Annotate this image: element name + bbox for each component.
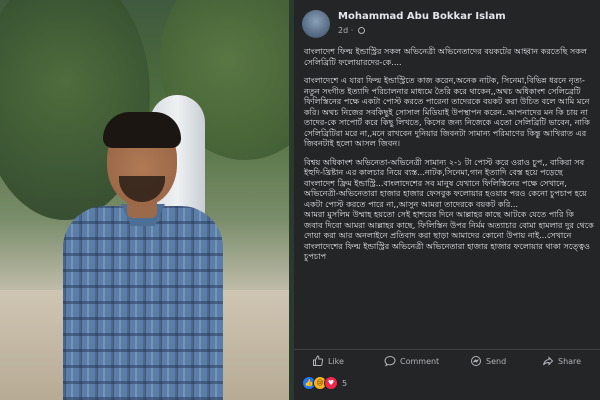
author-name[interactable]: Mohammad Abu Bokkar Islam [338, 11, 506, 22]
meta-separator: · [350, 26, 354, 35]
like-button[interactable]: Like [312, 355, 344, 367]
comment-button[interactable]: Comment [384, 355, 439, 367]
like-label: Like [328, 356, 344, 366]
send-button[interactable]: Send [470, 355, 506, 367]
checked-shirt [63, 206, 223, 400]
post-time[interactable]: 2d [338, 26, 348, 35]
action-bar: Like Comment Send Share [294, 349, 600, 372]
thumbs-up-icon [313, 355, 324, 366]
comment-label: Comment [400, 356, 440, 366]
post-text: বাংলাদেশ ফিল্ম ইন্ডাস্ট্রির সকল অভিনেত্র… [304, 46, 594, 262]
share-label: Share [558, 356, 582, 366]
post-paragraph: বিশ্বয় অধিকাংশ অভিনেতা-অভিনেত্রী সামান্… [304, 156, 587, 209]
messenger-icon [471, 356, 481, 366]
post-paragraph: বাংলাদেশ ফিল্ম ইন্ডাস্ট্রির সকল অভিনেত্র… [304, 46, 587, 67]
post-paragraph: বাংলাদেশে এ যারা ফিল্ম ইন্ডাস্ট্রিতে কাজ… [304, 75, 590, 148]
hair [103, 112, 181, 148]
globe-icon[interactable] [357, 27, 365, 34]
love-reaction-icon: ♥ [324, 376, 338, 390]
avatar[interactable] [302, 10, 330, 38]
send-label: Send [486, 356, 507, 366]
post-meta: 2d · [338, 26, 365, 35]
comment-icon [384, 355, 396, 367]
screenshot-frame: Mohammad Abu Bokkar Islam 2d · বাংলাদেশ … [0, 0, 600, 400]
share-button[interactable]: Share [542, 355, 581, 367]
post-paragraph: আমরা মুসলিম উম্মাহ হয়তো সেই হাশরের দিনে… [304, 209, 594, 261]
post-panel: Mohammad Abu Bokkar Islam 2d · বাংলাদেশ … [294, 0, 600, 400]
post-photo[interactable] [0, 0, 289, 400]
reaction-count: 5 [342, 378, 348, 388]
person-figure [55, 110, 235, 400]
reaction-summary[interactable]: 👍 😢 ♥ 5 [302, 376, 347, 390]
post-header: Mohammad Abu Bokkar Islam 2d · [302, 10, 592, 40]
share-icon [543, 356, 554, 366]
